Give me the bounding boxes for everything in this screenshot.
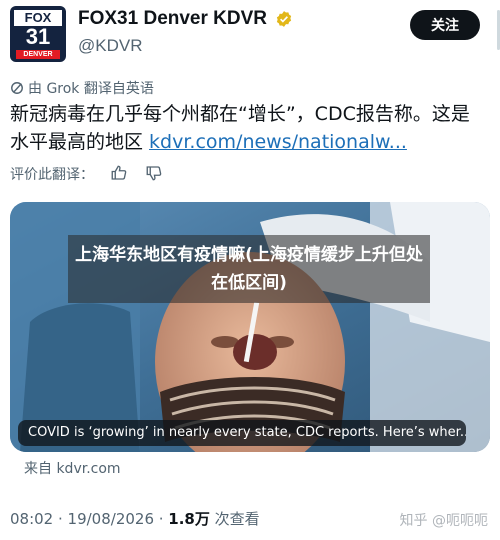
- tweet-text: 新冠病毒在几乎每个州都在“增长”，CDC报告称。这是水平最高的地区 kdvr.c…: [10, 100, 480, 156]
- overlay-title: 上海华东地区有疫情嘛(上海疫情缓步上升但处在低区间): [68, 235, 430, 303]
- thumbs-down-icon[interactable]: [145, 164, 163, 182]
- avatar-city: DENVER: [16, 50, 60, 59]
- translation-note[interactable]: 由 Grok 翻译自英语: [10, 78, 154, 98]
- grok-icon: [11, 82, 23, 94]
- views-label: 次查看: [209, 510, 260, 528]
- tweet-link[interactable]: kdvr.com/news/nationalw...: [149, 131, 407, 153]
- tweet-meta: 08:02 · 19/08/2026 · 1.8万 次查看: [10, 508, 260, 529]
- tweet-header: FOX 31 DENVER FOX31 Denver KDVR @KDVR 关注: [10, 6, 490, 62]
- avatar-number: 31: [25, 24, 51, 49]
- name-block: FOX31 Denver KDVR @KDVR: [78, 8, 293, 56]
- link-card[interactable]: 上海华东地区有疫情嘛(上海疫情缓步上升但处在低区间) COVID is ‘gro…: [10, 202, 490, 452]
- verified-badge-icon: [276, 11, 292, 27]
- display-name[interactable]: FOX31 Denver KDVR: [78, 8, 267, 30]
- avatar[interactable]: FOX 31 DENVER: [10, 6, 66, 62]
- translation-label: 由 Grok 翻译自英语: [28, 81, 154, 97]
- rate-translation-row: 评价此翻译：: [10, 164, 163, 184]
- card-source[interactable]: 来自 kdvr.com: [24, 458, 121, 478]
- card-caption: COVID is ‘growing’ in nearly every state…: [18, 420, 466, 446]
- handle[interactable]: @KDVR: [78, 36, 293, 56]
- tweet-timestamp[interactable]: 08:02 · 19/08/2026 ·: [10, 510, 168, 528]
- watermark: 知乎 @呃呃呃: [399, 513, 488, 529]
- view-count: 1.8万: [168, 510, 210, 528]
- thumbs-up-icon[interactable]: [110, 164, 128, 182]
- follow-button[interactable]: 关注: [410, 10, 480, 40]
- rate-translation-label: 评价此翻译：: [10, 167, 94, 183]
